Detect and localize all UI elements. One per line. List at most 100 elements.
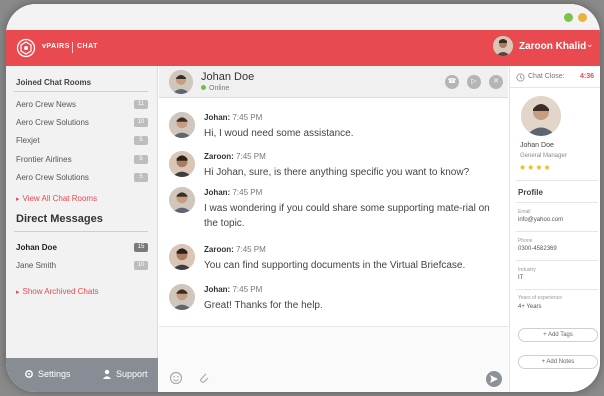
- info-divider: [516, 202, 598, 203]
- send-icon: [490, 375, 498, 383]
- profile-name: Johan Doe: [520, 142, 554, 149]
- experience-label: Years of experience: [518, 295, 563, 301]
- sidebar-item-dm-johan[interactable]: Johan Doe 15: [6, 240, 158, 256]
- message-meta: Johan: 7:45 PM: [204, 285, 262, 294]
- message-time: 7:45 PM: [236, 245, 266, 254]
- unread-badge: 15: [134, 243, 148, 252]
- paperclip-icon[interactable]: [197, 371, 211, 385]
- industry-value: IT: [518, 275, 524, 281]
- chat-close-bar: Chat Close: 4:36: [510, 66, 600, 88]
- chevron-right-icon: ▸: [16, 196, 20, 203]
- gear-icon: [25, 370, 33, 378]
- close-icon[interactable]: ✕: [489, 75, 503, 89]
- room-label: Flexjet: [16, 136, 40, 145]
- add-tags-button[interactable]: + Add Tags: [518, 328, 598, 342]
- message-avatar: [169, 284, 195, 310]
- unread-badge: 11: [134, 100, 148, 109]
- message-meta: Zaroon: 7:45 PM: [204, 152, 266, 161]
- sidebar-divider: [14, 91, 148, 92]
- sidebar-item-room[interactable]: Aero Crew Solutions 10: [6, 115, 158, 131]
- logo-icon: [16, 38, 36, 58]
- profile-role: General Manager: [520, 153, 567, 159]
- message-meta: Zaroon: 7:45 PM: [204, 245, 266, 254]
- support-label: Support: [116, 369, 148, 379]
- show-archived-link[interactable]: ▸ Show Archived Chats: [16, 287, 99, 296]
- message-time: 7:45 PM: [232, 188, 263, 197]
- room-label: Aero Crew Solutions: [16, 173, 89, 182]
- message-time: 7:45 PM: [232, 285, 263, 294]
- email-value: info@yahoo.com: [518, 217, 564, 223]
- sidebar-item-room[interactable]: Aero Crew Solutions 5: [6, 170, 158, 186]
- chat-close-timer: 4:36: [580, 73, 595, 80]
- email-label: Email: [518, 209, 531, 215]
- message-text: Hi, I woud need some assistance.: [204, 128, 354, 139]
- chevron-down-icon[interactable]: ⌄: [586, 39, 594, 50]
- message-composer[interactable]: [159, 326, 508, 392]
- sidebar-footer: Settings Support: [6, 358, 158, 392]
- sidebar-item-room[interactable]: Frontier Airlines 5: [6, 152, 158, 168]
- room-label: Frontier Airlines: [16, 155, 72, 164]
- message-author: Zaroon:: [204, 245, 234, 254]
- app-window: vPAIRS CHAT Zaroon Khalid ⌄ Joined Chat …: [6, 4, 600, 392]
- contact-avatar[interactable]: [169, 70, 193, 94]
- contact-name: Johan Doe: [201, 71, 255, 83]
- info-divider: [516, 231, 598, 232]
- emoji-icon[interactable]: [169, 371, 183, 385]
- profile-avatar: [521, 96, 561, 136]
- phone-value: 0300-4582369: [518, 246, 557, 252]
- sidebar-item-dm-jane[interactable]: Jane Smith 10: [6, 258, 158, 274]
- room-label: Aero Crew News: [16, 100, 77, 109]
- phone-label: Phone: [518, 238, 533, 244]
- industry-label: Industry: [518, 267, 536, 273]
- dm-label: Johan Doe: [16, 243, 57, 252]
- info-divider: [516, 289, 598, 290]
- unread-badge: 10: [134, 118, 148, 127]
- sidebar-divider: [14, 231, 148, 232]
- user-avatar[interactable]: [493, 36, 513, 56]
- video-icon[interactable]: ▷: [467, 75, 481, 89]
- chat-header: Johan Doe Online ☎ ▷ ✕: [159, 66, 508, 98]
- view-all-rooms-link[interactable]: ▸ View All Chat Rooms: [16, 194, 97, 203]
- sidebar: Joined Chat Rooms Aero Crew News 11 Aero…: [6, 66, 158, 392]
- sidebar-item-room[interactable]: Flexjet 5: [6, 133, 158, 149]
- window-titlebar: [6, 4, 600, 30]
- contact-info-panel: Chat Close: 4:36 Johan Doe General Manag…: [509, 66, 600, 392]
- message-avatar: [169, 187, 195, 213]
- sidebar-item-room[interactable]: Aero Crew News 11: [6, 97, 158, 113]
- message-author: Johan:: [204, 188, 231, 197]
- message-author: Zaroon:: [204, 152, 234, 161]
- message-text: Great! Thanks for the help.: [204, 300, 323, 311]
- unread-badge: 10: [134, 261, 148, 270]
- send-button[interactable]: [486, 371, 502, 387]
- clock-icon: [516, 73, 525, 82]
- unread-badge: 5: [134, 173, 148, 182]
- phone-icon[interactable]: ☎: [445, 75, 459, 89]
- add-notes-button[interactable]: + Add Notes: [518, 355, 598, 369]
- support-button[interactable]: Support: [102, 369, 148, 379]
- brand-divider: [72, 42, 73, 53]
- experience-value: 4+ Years: [518, 304, 542, 310]
- show-archived-label: Show Archived Chats: [22, 287, 99, 296]
- message-time: 7:45 PM: [236, 152, 266, 161]
- joined-rooms-heading: Joined Chat Rooms: [16, 78, 92, 87]
- window-maximize-button[interactable]: [564, 13, 573, 22]
- info-divider: [516, 260, 598, 261]
- chat-close-label: Chat Close:: [528, 73, 565, 80]
- settings-button[interactable]: Settings: [24, 369, 71, 379]
- info-divider: [516, 180, 598, 181]
- unread-badge: 5: [134, 136, 148, 145]
- message-author: Johan:: [204, 113, 231, 122]
- user-name[interactable]: Zaroon Khalid: [519, 41, 586, 52]
- message-text: Hi Johan, sure, is there anything specif…: [204, 167, 470, 178]
- view-all-rooms-label: View All Chat Rooms: [22, 194, 98, 203]
- contact-status-label: Online: [209, 85, 230, 92]
- direct-messages-heading: Direct Messages: [16, 213, 103, 225]
- brand-section: CHAT: [77, 43, 98, 50]
- profile-heading: Profile: [518, 188, 543, 197]
- online-dot: [201, 85, 206, 90]
- message-avatar: [169, 151, 195, 177]
- window-minimize-button[interactable]: [578, 13, 587, 22]
- message-text: You can find supporting documents in the…: [204, 260, 466, 271]
- user-icon: [103, 369, 111, 379]
- contact-status: Online: [201, 85, 229, 92]
